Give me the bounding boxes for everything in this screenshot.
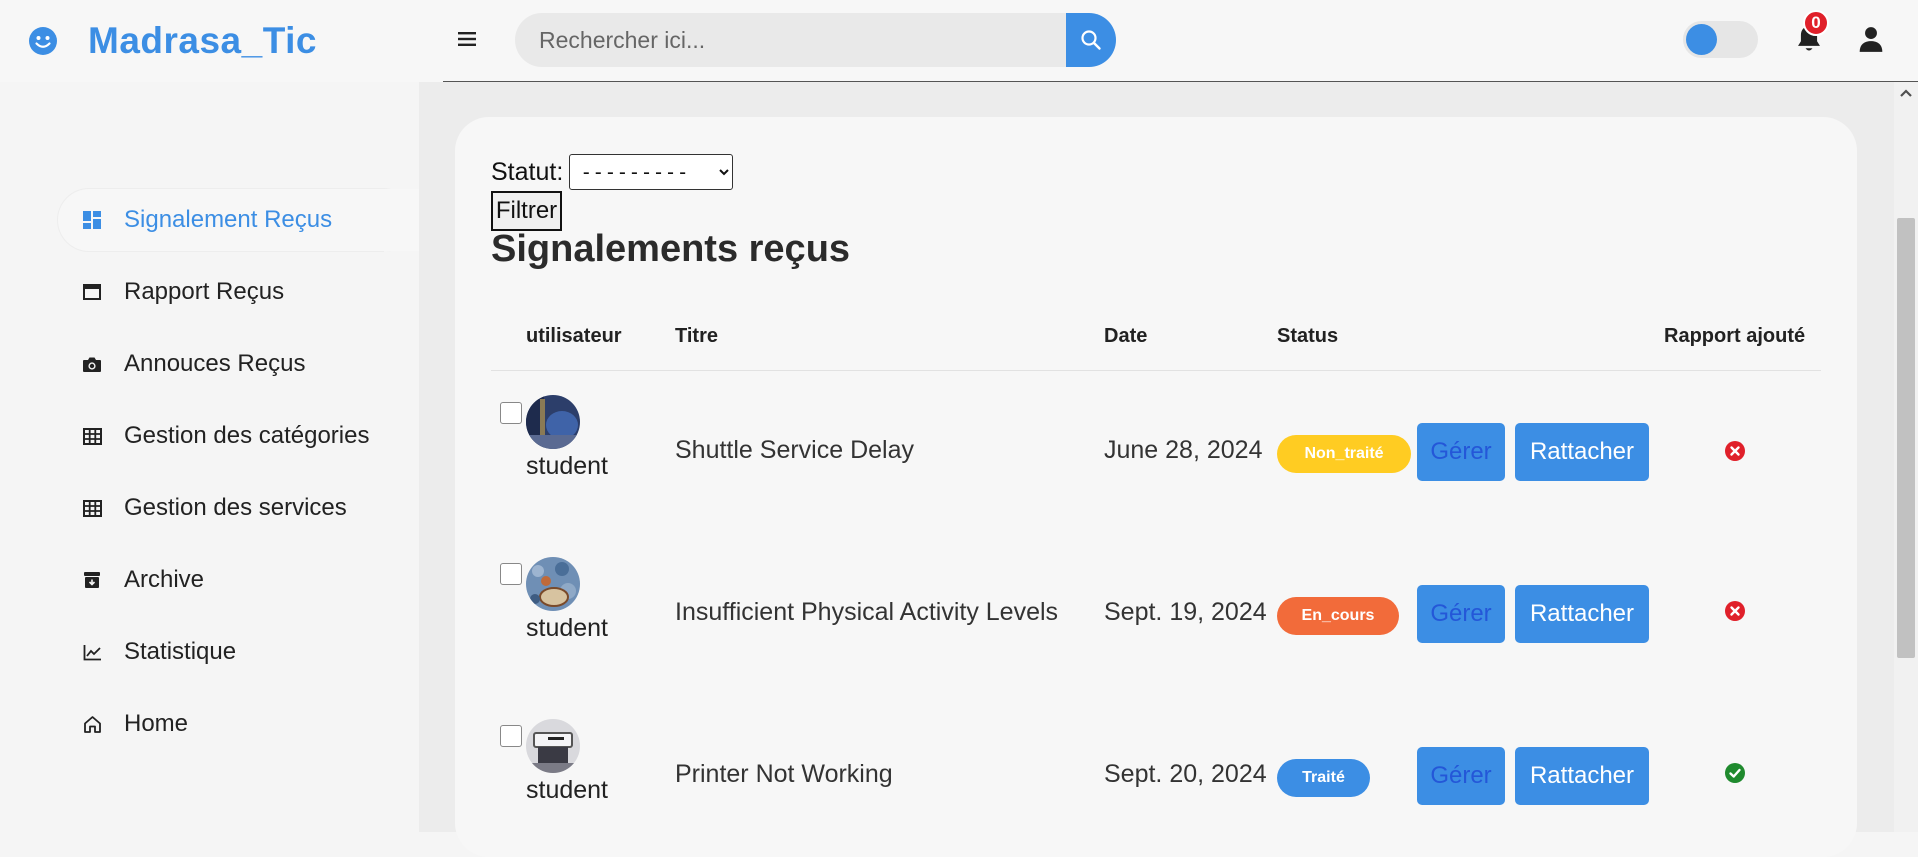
table-row: student Printer Not Working Sept. 20, 20…: [491, 696, 1821, 836]
page-title: Signalements reçus: [491, 228, 851, 270]
theme-toggle[interactable]: [1683, 21, 1758, 58]
report-date: June 28, 2024: [1104, 436, 1263, 464]
home-icon: [82, 714, 102, 734]
user-icon[interactable]: [1858, 25, 1884, 53]
header-divider: [443, 81, 1918, 82]
report-missing-icon: [1725, 601, 1745, 621]
attach-button[interactable]: Rattacher: [1515, 585, 1649, 643]
brand[interactable]: Madrasa_Tic: [28, 20, 317, 62]
manage-button[interactable]: Gérer: [1417, 747, 1505, 805]
status-select[interactable]: ---------: [569, 154, 734, 190]
table-row: student Insufficient Physical Activity L…: [491, 534, 1821, 674]
report-title: Insufficient Physical Activity Levels: [675, 598, 1059, 626]
column-header-rapport-ajoute: Rapport ajouté: [1664, 325, 1806, 347]
sidebar-item-label: Signalement Reçus: [124, 206, 333, 233]
avatar: [526, 557, 580, 611]
status-filter-label: Statut:: [491, 157, 564, 186]
row-checkbox[interactable]: [500, 402, 522, 424]
sidebar-item-annouces-recus[interactable]: Annouces Reçus: [58, 334, 413, 394]
sidebar-item-gestion-services[interactable]: Gestion des services: [58, 478, 413, 538]
filter-button[interactable]: Filtrer: [491, 191, 562, 231]
archive-icon: [82, 570, 102, 590]
top-bar: Madrasa_Tic 0: [0, 0, 1918, 82]
column-header-titre: Titre: [675, 325, 718, 347]
dashboard-icon: [82, 210, 102, 230]
attach-button[interactable]: Rattacher: [1515, 747, 1649, 805]
sidebar-item-label: Rapport Reçus: [124, 278, 285, 305]
camera-icon: [82, 354, 102, 374]
avatar: [526, 395, 580, 449]
status-badge: En_cours: [1277, 597, 1399, 635]
toggle-knob: [1686, 24, 1717, 55]
report-added-check-icon: [1725, 763, 1745, 783]
column-header-utilisateur: utilisateur: [526, 325, 622, 347]
report-date: Sept. 20, 2024: [1104, 760, 1267, 788]
report-title: Shuttle Service Delay: [675, 436, 915, 464]
row-checkbox[interactable]: [500, 563, 522, 585]
chart-line-icon: [82, 642, 102, 662]
column-header-status: Status: [1277, 325, 1339, 347]
sidebar-item-archive[interactable]: Archive: [58, 550, 413, 610]
status-badge: Non_traité: [1277, 435, 1411, 473]
table-icon: [82, 498, 102, 518]
row-checkbox[interactable]: [500, 725, 522, 747]
user-name: student: [526, 776, 609, 804]
notification-badge: 0: [1803, 10, 1829, 36]
sidebar-item-label: Gestion des services: [124, 494, 347, 521]
report-date: Sept. 19, 2024: [1104, 598, 1267, 626]
sidebar-item-label: Statistique: [124, 638, 237, 665]
report-missing-icon: [1725, 441, 1745, 461]
table-header-divider: [491, 370, 1821, 371]
status-badge: Traité: [1277, 759, 1370, 797]
search-input[interactable]: [515, 13, 1067, 67]
manage-button[interactable]: Gérer: [1417, 423, 1505, 481]
scroll-up-arrow-icon[interactable]: [1898, 86, 1914, 100]
scrollbar-thumb[interactable]: [1897, 218, 1915, 658]
sidebar-item-gestion-categories[interactable]: Gestion des catégories: [58, 406, 413, 466]
table-icon: [82, 426, 102, 446]
sidebar-item-label: Home: [124, 710, 189, 737]
status-filter: Statut: ---------: [491, 154, 734, 190]
sidebar-item-rapport-recus[interactable]: Rapport Reçus: [58, 262, 413, 322]
window-icon: [82, 282, 102, 302]
manage-button[interactable]: Gérer: [1417, 585, 1505, 643]
sidebar-item-label: Annouces Reçus: [124, 350, 306, 377]
sidebar-item-signalement-recus[interactable]: Signalement Reçus: [58, 190, 413, 250]
sidebar-item-statistique[interactable]: Statistique: [58, 622, 413, 682]
sidebar-item-label: Gestion des catégories: [124, 422, 370, 449]
report-title: Printer Not Working: [675, 760, 893, 788]
search-bar: [515, 13, 1116, 67]
table-row: student Shuttle Service Delay June 28, 2…: [491, 372, 1821, 512]
sidebar-item-home[interactable]: Home: [58, 694, 413, 754]
avatar: [526, 719, 580, 773]
smiley-logo-icon: [29, 27, 57, 55]
app-name: Madrasa_Tic: [88, 20, 317, 61]
search-icon: [1081, 30, 1101, 50]
user-name: student: [526, 614, 609, 642]
attach-button[interactable]: Rattacher: [1515, 423, 1649, 481]
user-name: student: [526, 452, 609, 480]
hamburger-menu-icon[interactable]: [455, 27, 479, 51]
search-button[interactable]: [1066, 13, 1116, 67]
sidebar-item-label: Archive: [124, 566, 205, 593]
column-header-date: Date: [1104, 325, 1148, 347]
